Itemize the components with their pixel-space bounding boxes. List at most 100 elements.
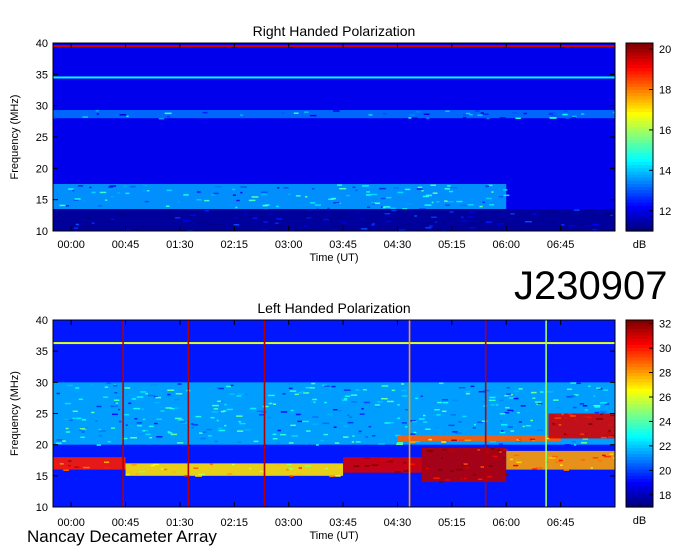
panel-1-feature-4-texture [485, 197, 492, 200]
panel-1-ytick-label: 20 [36, 163, 48, 175]
panel-1-feature-4-texture [405, 203, 412, 205]
panel-2-feature-2-texture [513, 390, 520, 393]
panel-2-feature-2-texture [501, 430, 504, 432]
panel-2-feature-2-texture [401, 389, 407, 392]
panel-1-feature-3-texture [415, 111, 421, 113]
panel-2-feature-2-texture [210, 416, 215, 419]
panel-2-feature-8-texture [552, 423, 556, 425]
panel-2-feature-2-texture [593, 395, 596, 397]
panel-2-feature-4-texture [231, 463, 235, 466]
panel-2-feature-6-texture [461, 477, 464, 480]
panel-2-feature-2-texture [167, 389, 175, 392]
panel-2-feature-2-texture [96, 405, 102, 408]
panel-2-feature-8-texture [608, 430, 611, 432]
panel-2-feature-2-texture [344, 398, 348, 400]
panel-1-feature-4-texture [77, 185, 84, 187]
panel-1-feature-4-texture [229, 192, 233, 195]
panel-2-feature-2-texture [220, 410, 225, 413]
panel-2-ytick-label: 40 [36, 315, 48, 327]
panel-1-feature-5-texture [233, 224, 240, 226]
panel-2-xtick-label: 02:15 [221, 517, 249, 529]
panel-2-feature-2-texture [397, 404, 401, 406]
panel-2-ylabel: Frequency (MHz) [9, 371, 21, 456]
panel-2-feature-8-texture [569, 415, 576, 417]
panel-1-feature-5-texture [129, 211, 132, 214]
panel-2-feature-2-texture [195, 415, 202, 418]
panel-1-feature-4-texture [123, 185, 128, 187]
panel-1-feature-4-texture [144, 200, 149, 203]
panel-2-xtick-label: 04:30 [384, 517, 412, 529]
panel-2-feature-2-texture [348, 416, 353, 418]
panel-2-feature-9-texture [613, 457, 615, 459]
panel-2-feature-2-texture [244, 429, 251, 431]
panel-2-feature-2-texture [579, 403, 585, 405]
panel-2-feature-2-texture [489, 396, 496, 399]
panel-1-feature-4-texture [355, 189, 358, 192]
panel-1-feature-5-texture [90, 216, 96, 219]
panel-2-feature-2-texture [134, 418, 138, 420]
panel-1-feature-4-texture [489, 204, 495, 206]
panel-2-feature-9-texture [516, 461, 522, 464]
panel-2-feature-3-texture [67, 464, 71, 467]
panel-1-feature-5-texture [510, 213, 515, 215]
panel-2-feature-8-texture [596, 418, 604, 420]
panel-2-feature-2-texture [124, 387, 131, 389]
panel-2-feature-2-texture [594, 406, 600, 408]
panel-2-feature-2-texture [85, 427, 89, 429]
panel-1-feature-5-texture [337, 216, 342, 218]
panel-2-feature-2-texture [384, 382, 389, 384]
panel-2-feature-4-texture [304, 465, 312, 467]
panel-2-feature-2-texture [202, 431, 207, 433]
panel-1-feature-5-texture [469, 211, 476, 213]
panel-2-feature-7-texture [464, 439, 471, 442]
panel-2-feature-7 [397, 435, 561, 442]
panel-1-feature-4-texture [261, 191, 268, 193]
panel-1-feature-3-texture [563, 110, 568, 113]
panel-2-feature-9-texture [510, 458, 513, 461]
panel-1-xtick-label: 00:00 [57, 239, 85, 251]
panel-2-feature-2-texture [405, 426, 408, 428]
panel-2-feature-2-texture [253, 440, 259, 443]
panel-2-feature-6-texture [438, 480, 444, 483]
panel-1-xtick-label: 06:00 [492, 239, 520, 251]
panel-1-feature-4-texture [386, 196, 392, 199]
panel-2-feature-2-texture [141, 408, 145, 411]
panel-2-feature-2-texture [250, 407, 257, 410]
panel-2-feature-9-texture [563, 469, 570, 471]
panel-1-feature-5-texture [260, 215, 263, 218]
panel-2-feature-2-texture [331, 385, 336, 388]
panel-2-feature-2-texture [295, 413, 301, 416]
panel-1-feature-3-texture [164, 112, 172, 115]
panel-2-feature-2-texture [131, 398, 137, 400]
observation-id: J230907 [514, 264, 668, 308]
panel-1-feature-5-texture [166, 209, 172, 212]
panel-1-feature-5-texture [525, 220, 532, 223]
panel-2-feature-2-texture [499, 412, 506, 415]
panel-2-feature-4-texture [227, 473, 233, 475]
panel-2-feature-2-texture [458, 421, 462, 423]
panel-1-feature-3-texture [239, 114, 244, 116]
panel-1-feature-5-texture [414, 215, 417, 217]
panel-1-feature-5-texture [431, 222, 438, 225]
panel-1-feature-3-texture [581, 113, 585, 115]
panel-2-feature-8-texture [558, 424, 562, 426]
panel-1-feature-3-texture [95, 110, 99, 112]
panel-2-feature-2-texture [510, 430, 515, 432]
panel-1-feature-5-texture [366, 222, 370, 224]
panel-1-feature-4-texture [283, 187, 289, 189]
panel-2-feature-2-texture [401, 422, 407, 424]
panel-2-feature-2-texture [288, 442, 294, 444]
panel-2-feature-6-texture [427, 449, 434, 452]
panel-1-feature-4-texture [215, 185, 222, 188]
panel-2-colorbar-tick-label: 28 [659, 368, 671, 380]
panel-1-feature-3-texture [96, 113, 100, 115]
panel-2-feature-2-texture [462, 415, 467, 418]
panel-2-feature-2-texture [355, 389, 360, 391]
panel-2-feature-2-texture [518, 421, 522, 423]
panel-1-feature-5-texture [117, 212, 120, 215]
panel-1-feature-5-texture [53, 225, 57, 227]
panel-2-feature-2-texture [267, 416, 272, 419]
panel-1-feature-5-texture [190, 212, 194, 215]
panel-1-ytick-label: 40 [36, 38, 48, 50]
panel-2-feature-2-texture [397, 417, 401, 420]
